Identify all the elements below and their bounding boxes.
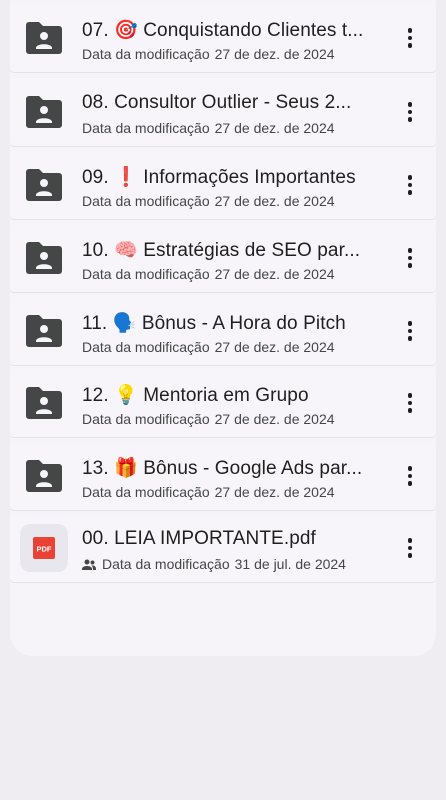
more-options-icon[interactable] (398, 242, 422, 274)
modified-label: Data da modificação (82, 120, 210, 136)
more-options-icon[interactable] (398, 315, 422, 347)
shared-folder-icon (20, 14, 68, 62)
modified-date: 31 de jul. de 2024 (234, 556, 346, 572)
modified-date: 27 de dez. de 2024 (214, 120, 335, 136)
file-row[interactable]: 12. 💡 Mentoria em Grupo Data da modifica… (10, 369, 436, 437)
shared-folder-icon (20, 88, 68, 136)
file-meta: Data da modificação 31 de jul. de 2024 (82, 556, 346, 572)
file-meta: Data da modificação 27 de dez. de 2024 (82, 484, 335, 500)
modified-date: 27 de dez. de 2024 (214, 339, 335, 355)
file-row[interactable]: 10. 🧠 Estratégias de SEO par... Data da … (10, 224, 436, 292)
file-row[interactable]: 08. Consultor Outlier - Seus 2... Data d… (10, 78, 436, 146)
file-meta: Data da modificação 27 de dez. de 2024 (82, 46, 335, 62)
modified-label: Data da modificação (102, 556, 230, 572)
modified-date: 27 de dez. de 2024 (214, 46, 335, 62)
file-row[interactable]: PDF 00. LEIA IMPORTANTE.pdf Data da modi… (10, 514, 436, 582)
file-meta: Data da modificação 27 de dez. de 2024 (82, 339, 335, 355)
shared-folder-icon (20, 234, 68, 282)
shared-folder-icon (20, 379, 68, 427)
file-meta: Data da modificação 27 de dez. de 2024 (82, 411, 335, 427)
pdf-icon: PDF (20, 524, 68, 572)
more-options-icon[interactable] (398, 387, 422, 419)
modified-date: 27 de dez. de 2024 (214, 484, 335, 500)
file-title: 12. 💡 Mentoria em Grupo (82, 385, 309, 406)
modified-label: Data da modificação (82, 193, 210, 209)
modified-label: Data da modificação (82, 266, 210, 282)
file-title: 08. Consultor Outlier - Seus 2... (82, 92, 352, 113)
file-row[interactable]: 11. 🗣️ Bônus - A Hora do Pitch Data da m… (10, 297, 436, 365)
file-title: 09. ❗ Informações Importantes (82, 167, 356, 188)
modified-label: Data da modificação (82, 484, 210, 500)
more-options-icon[interactable] (398, 96, 422, 128)
modified-label: Data da modificação (82, 339, 210, 355)
file-title: 10. 🧠 Estratégias de SEO par... (82, 240, 361, 261)
more-options-icon[interactable] (398, 169, 422, 201)
file-title: 11. 🗣️ Bônus - A Hora do Pitch (82, 313, 346, 334)
pdf-badge-text: PDF (37, 545, 52, 554)
shared-folder-icon (20, 161, 68, 209)
file-title: 13. 🎁 Bônus - Google Ads par... (82, 458, 363, 479)
modified-label: Data da modificação (82, 46, 210, 62)
shared-folder-icon (20, 452, 68, 500)
file-list: 07. 🎯 Conquistando Clientes t... Data da… (10, 0, 436, 656)
file-meta: Data da modificação 27 de dez. de 2024 (82, 120, 335, 136)
modified-date: 27 de dez. de 2024 (214, 193, 335, 209)
modified-date: 27 de dez. de 2024 (214, 266, 335, 282)
more-options-icon[interactable] (398, 460, 422, 492)
more-options-icon[interactable] (398, 532, 422, 564)
more-options-icon[interactable] (398, 22, 422, 54)
file-title: 00. LEIA IMPORTANTE.pdf (82, 528, 316, 549)
file-title: 07. 🎯 Conquistando Clientes t... (82, 20, 364, 41)
file-meta: Data da modificação 27 de dez. de 2024 (82, 193, 335, 209)
modified-label: Data da modificação (82, 411, 210, 427)
file-row[interactable]: 09. ❗ Informações Importantes Data da mo… (10, 151, 436, 219)
shared-people-icon (82, 559, 96, 570)
file-meta: Data da modificação 27 de dez. de 2024 (82, 266, 335, 282)
file-row[interactable]: 07. 🎯 Conquistando Clientes t... Data da… (10, 4, 436, 72)
modified-date: 27 de dez. de 2024 (214, 411, 335, 427)
shared-folder-icon (20, 307, 68, 355)
file-row[interactable]: 13. 🎁 Bônus - Google Ads par... Data da … (10, 442, 436, 510)
